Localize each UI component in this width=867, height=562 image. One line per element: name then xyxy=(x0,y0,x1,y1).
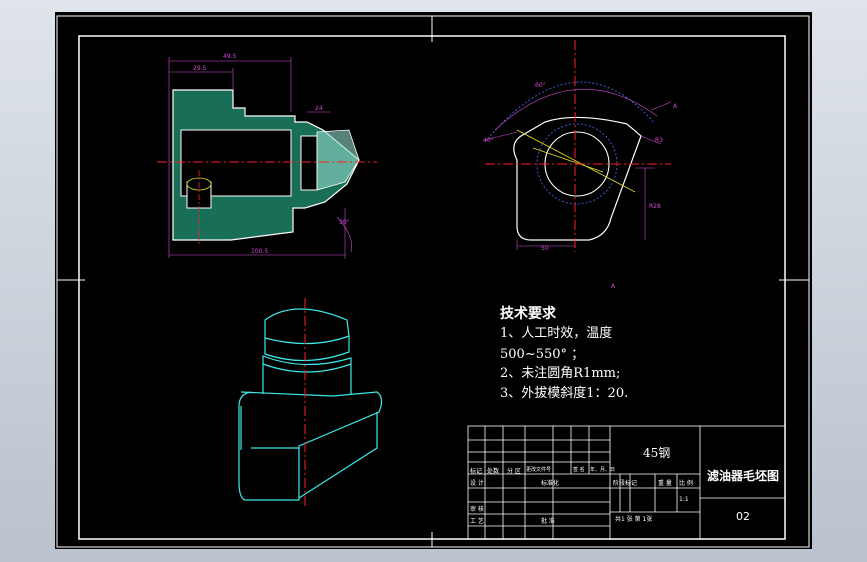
top-dimensions xyxy=(484,88,672,250)
dim-d1: 49.5 xyxy=(223,53,237,60)
col-date: 年、月、日 xyxy=(590,467,616,473)
scale-value: 1:1 xyxy=(679,496,689,503)
tech-note-line-4: 3、外拔模斜度1：20. xyxy=(500,386,629,401)
tech-note-line-1: 1、人工时效，温度 xyxy=(500,326,613,341)
dim-d9: 50 xyxy=(541,245,549,252)
dim-d2: 29.5 xyxy=(193,65,207,72)
cad-viewport[interactable]: 49.5 29.5 24 100.5 30° 60° R3 A 50 40° R… xyxy=(55,12,812,549)
centering-marks xyxy=(57,16,809,547)
dim-d10: 40° xyxy=(483,137,494,144)
material-label: 45钢 xyxy=(643,446,671,460)
col-count: 处数 xyxy=(487,468,500,475)
ratio-label: 比 例 xyxy=(679,480,693,487)
col-sign: 签 名 xyxy=(573,467,585,473)
row-process: 工 艺 xyxy=(470,518,484,525)
isometric-view xyxy=(238,308,383,501)
sheet-info: 共1 张 第 1张 xyxy=(615,516,653,523)
stage-mark: 阶段标记 xyxy=(613,480,638,487)
tech-note-line-2: 500~550° ； xyxy=(500,347,585,362)
col-mark: 标记 xyxy=(470,468,483,475)
drawing-number: 02 xyxy=(736,510,750,523)
dim-d8: A xyxy=(673,103,678,110)
drawing-title: 滤油器毛坯图 xyxy=(707,469,780,483)
dim-d4: 100.5 xyxy=(251,248,268,255)
dim-d12: A xyxy=(611,283,616,290)
dim-d7: R3 xyxy=(655,137,663,144)
dim-d6: 60° xyxy=(535,82,546,89)
row-review: 审 核 xyxy=(470,506,484,513)
dim-d11: R28 xyxy=(649,203,661,210)
drawing-canvas: 49.5 29.5 24 100.5 30° 60° R3 A 50 40° R… xyxy=(56,15,810,548)
tech-notes-heading: 技术要求 xyxy=(500,306,556,322)
top-view xyxy=(484,40,671,252)
col-zone: 分 区 xyxy=(507,468,521,475)
outer-border xyxy=(56,15,810,548)
col-doc: 更改文件号 xyxy=(526,467,552,473)
weight-label: 重 量 xyxy=(658,480,672,487)
tech-note-line-3: 2、未注圆角R1mm; xyxy=(500,366,621,381)
dim-d3: 24 xyxy=(315,105,323,112)
dim-d5: 30° xyxy=(339,219,350,226)
row-standard: 标准化 xyxy=(541,480,560,487)
row-design: 设 计 xyxy=(470,480,484,487)
row-approve: 批 准 xyxy=(541,518,555,525)
